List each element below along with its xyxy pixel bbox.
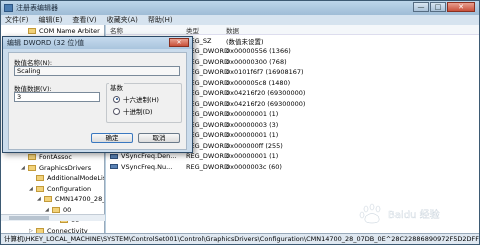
menu-help[interactable]: 帮助(H) [148,15,173,25]
dec-radio[interactable]: 十进制(D) [113,106,153,116]
menu-bar: 文件(F) 编辑(E) 查看(V) 收藏夹(A) 帮助(H) [1,15,479,25]
value-data: 0x00000001 (1) [226,152,279,160]
folder-icon [36,175,44,181]
tree-item-label: 00 [63,205,72,214]
tree-item[interactable]: ◢ Configuration [29,184,91,194]
folder-icon [44,196,52,202]
menu-file[interactable]: 文件(F) [5,15,29,25]
value-data: 0x04216f20 (69300000) [226,89,306,97]
status-bar-path: 计算机\HKEY_LOCAL_MACHINE\SYSTEM\ControlSet… [1,233,479,244]
tree-item-label: AdditionalModeLists [47,174,104,182]
base-label: 基数 [109,82,124,92]
window-title: 注册表编辑器 [16,4,58,12]
baidu-jingyan-watermark: Baidu 经验 [359,203,440,224]
tree-item[interactable]: COM Name Arbiter [21,26,100,36]
value-data: 0x00000556 (1366) [226,47,291,55]
scrollbar-thumb[interactable] [9,216,49,220]
tree-item[interactable]: ◢ CMN14700_28_07 [37,194,105,204]
value-data: 0x000005c8 (1480) [226,78,291,87]
tree-item[interactable]: ▷ Connectivity [29,226,88,233]
tree-item[interactable]: ◢ 00 [45,205,71,215]
close-button[interactable]: ✕ [447,2,475,12]
tree-item[interactable]: FontAssoc [21,152,72,162]
value-type: REG_DWORD [186,162,229,171]
dialog-body: 数值名称(N): Scaling 数值数据(V): 3 基数 十六进制(H) 十… [8,52,187,150]
hex-radio[interactable]: 十六进制(H) [113,94,159,104]
value-type: REG_DWORD [186,152,229,160]
column-data-header[interactable]: 数据 [226,25,239,35]
tree-item-label: FontAssoc [39,153,72,161]
cancel-button[interactable]: 取消 [138,133,180,143]
column-name-header[interactable]: 名称 [110,25,123,35]
tree-item-label: COM Name Arbiter [39,27,100,35]
dword-value-icon [110,164,118,169]
tree-item[interactable]: ◢ GraphicsDrivers [21,163,91,173]
folder-icon [28,154,36,160]
radio-selected-icon [113,95,120,103]
tree-item-label: Configuration [47,184,92,193]
maximize-button[interactable]: □ [430,2,446,12]
value-data: (数值未设置) [226,37,264,46]
hex-radio-label: 十六进制(H) [123,96,159,104]
column-type-header[interactable]: 类型 [186,25,199,35]
tree-item-label: GraphicsDrivers [39,163,92,172]
value-data: 0x0101f6f7 (16908167) [226,68,304,76]
value-data: 0x00000003 (3) [226,120,279,129]
minimize-button[interactable]: — [413,2,429,12]
menu-favorites[interactable]: 收藏夹(A) [107,15,138,25]
expand-toggle-icon[interactable]: ◢ [45,207,50,213]
folder-icon [52,206,60,213]
edit-dword-dialog: 编辑 DWORD (32 位)值 ✕ 数值名称(N): Scaling 数值数据… [2,36,193,153]
expand-toggle-icon[interactable]: ◢ [37,196,42,202]
value-data: 0x04216f20 (69300000) [226,99,306,108]
value-data: 0x00000300 (768) [226,57,287,66]
tree-item-label: CMN14700_28_07 [55,195,105,203]
value-row[interactable]: VSyncFreq.Nu... REG_DWORD 0x0000003c (60) [106,162,479,171]
value-name: VSyncFreq.Nu... [110,163,172,171]
dialog-title[interactable]: 编辑 DWORD (32 位)值 [3,37,192,49]
dword-value-icon [110,153,118,159]
menu-view[interactable]: 查看(V) [72,15,96,25]
dialog-close-button[interactable]: ✕ [169,38,189,47]
folder-icon [28,164,36,171]
value-name-text: VSyncFreq.Den... [121,152,177,160]
regedit-app-icon [4,4,13,12]
value-name-field[interactable]: Scaling [14,66,180,76]
value-name-text: VSyncFreq.Nu... [121,162,173,171]
value-data: 0x00000001 (1) [226,131,279,139]
expand-toggle-icon[interactable]: ◢ [29,186,34,192]
radio-unselected-icon [113,107,120,115]
tree-horizontal-scrollbar[interactable] [1,214,105,221]
folder-icon [28,28,36,34]
column-header-row: 名称 类型 数据 [106,25,479,35]
value-data: 0x00000001 (1) [226,110,279,118]
expand-toggle-icon[interactable]: ◢ [21,165,26,171]
menu-edit[interactable]: 编辑(E) [39,15,63,25]
watermark-text: Baidu 经验 [388,208,440,221]
value-data-input[interactable]: 3 [14,92,100,102]
value-data: 0x0000003c (60) [226,162,282,171]
folder-icon [36,185,44,192]
value-name: VSyncFreq.Den... [110,152,176,160]
title-bar[interactable]: 注册表编辑器 — □ ✕ [1,1,479,15]
value-data: 0x000000ff (255) [226,141,283,150]
tree-item[interactable]: AdditionalModeLists [29,173,104,183]
ok-button[interactable]: 确定 [91,133,133,143]
dec-radio-label: 十进制(D) [123,108,153,116]
